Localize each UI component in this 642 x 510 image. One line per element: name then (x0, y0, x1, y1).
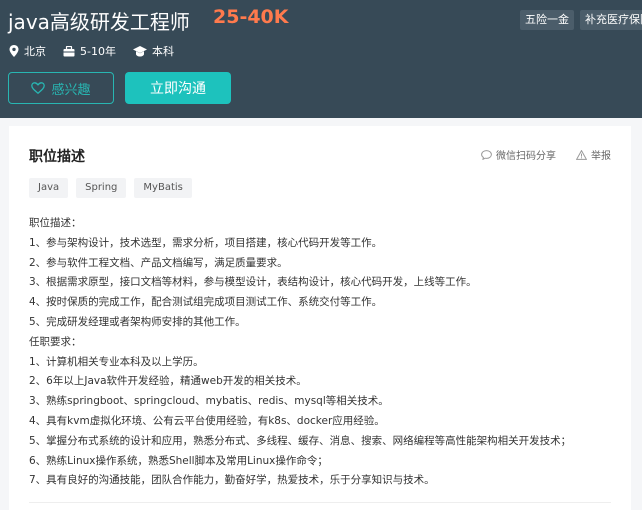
meta-location: 北京 (9, 43, 46, 59)
description-line: 6、熟练Linux操作系统，熟悉Shell脚本及常用Linux操作命令； (29, 454, 328, 467)
job-meta: 北京 5-10年 本科 (9, 43, 174, 59)
benefit-tag: 五险一金 (520, 10, 574, 30)
description-line: 任职要求： (29, 335, 82, 348)
card-actions: 微信扫码分享 举报 (481, 147, 611, 162)
description-line: 2、6年以上Java软件开发经验，精通web开发的相关技术。 (29, 375, 307, 388)
description-line: 1、参与架构设计，技术选型，需求分析，项目搭建，核心代码开发等工作。 (29, 236, 383, 249)
chat-now-button[interactable]: 立即沟通 (125, 72, 231, 104)
report-link[interactable]: 举报 (576, 147, 611, 162)
description-line: 2、参与软件工程文档、产品文档编写，满足质量要求。 (29, 256, 288, 269)
graduation-cap-icon (132, 45, 147, 56)
description-line: 3、根据需求原型，接口文档等材料，参与模型设计，表结构设计，核心代码开发，上线等… (29, 276, 477, 289)
job-header: java高级研发工程师 25-40K 五险一金 补充医疗保险 北京 5-10年 (0, 0, 642, 118)
description-line: 5、完成研发经理或者架构师安排的其他工作。 (29, 315, 246, 328)
skill-tag: Spring (76, 178, 127, 198)
divider (29, 502, 611, 503)
section-title: 职位描述 (29, 149, 85, 165)
description-line: 5、掌握分布式系统的设计和应用，熟悉分布式、多线程、缓存、消息、搜索、网络编程等… (29, 434, 572, 447)
skill-tags: Java Spring MyBatis (29, 178, 192, 198)
meta-experience: 5-10年 (63, 43, 116, 59)
description-line: 4、按时保质的完成工作，配合测试组完成项目测试工作、系统交付等工作。 (29, 296, 383, 309)
location-text: 北京 (24, 45, 46, 58)
heart-icon (31, 82, 46, 94)
skill-tag: MyBatis (134, 178, 192, 198)
chat-bubble-icon (481, 149, 492, 160)
benefit-tag: 补充医疗保险 (580, 10, 642, 30)
warning-icon (576, 149, 587, 160)
description-line: 7、具有良好的沟通技能，团队合作能力，勤奋好学，热爱技术，乐于分享知识与技术。 (29, 474, 435, 487)
benefit-tags: 五险一金 补充医疗保险 (520, 10, 642, 30)
wechat-share-link[interactable]: 微信扫码分享 (481, 147, 556, 162)
description-line: 4、具有kvm虚拟化环境、公有云平台使用经验，有k8s、docker应用经验。 (29, 414, 385, 427)
salary: 25-40K (213, 6, 289, 28)
experience-text: 5-10年 (80, 45, 116, 58)
report-label: 举报 (591, 151, 611, 162)
description-line: 3、熟练springboot、springcloud、mybatis、redis… (29, 395, 389, 408)
description-text: 职位描述： 1、参与架构设计，技术选型，需求分析，项目搭建，核心代码开发等工作。… (29, 214, 619, 491)
skill-tag: Java (29, 178, 69, 198)
interest-label: 感兴趣 (51, 82, 91, 98)
job-description-card: 职位描述 微信扫码分享 举报 Java Spring MyBatis 职位描述：… (9, 126, 631, 510)
description-line: 职位描述： (29, 217, 82, 229)
job-title: java高级研发工程师 (8, 10, 190, 34)
education-text: 本科 (151, 45, 174, 58)
description-line: 1、计算机相关专业本科及以上学历。 (29, 355, 204, 368)
briefcase-icon (63, 45, 75, 56)
wechat-share-label: 微信扫码分享 (496, 151, 556, 162)
location-pin-icon (9, 45, 19, 57)
interest-button[interactable]: 感兴趣 (8, 72, 114, 104)
meta-education: 本科 (132, 43, 174, 59)
